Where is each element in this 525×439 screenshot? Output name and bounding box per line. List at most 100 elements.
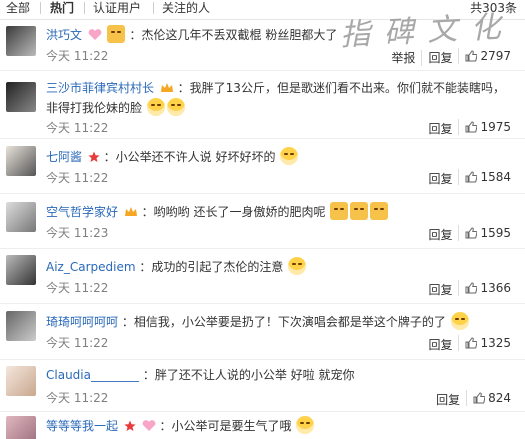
like-button[interactable]: 2797 <box>458 48 517 64</box>
avatar[interactable] <box>6 416 36 439</box>
laugh-cry-emoji-icon <box>146 98 165 116</box>
comment-text-continued: 非得打我伦妹的脸 <box>46 101 143 115</box>
username[interactable]: 三沙市菲律宾村村长 <box>46 81 154 95</box>
thumbs-up-icon <box>465 337 478 349</box>
comment-line: 三沙市菲律宾村村长 ：我胖了13公斤，但是歌迷们看不出来。你们就不能装瞎吗， <box>46 78 517 100</box>
comment-line-2: 非得打我伦妹的脸 <box>46 98 186 118</box>
tab-divider <box>84 2 85 14</box>
comment-actions: 回复 1366 <box>422 280 517 298</box>
comment-item: 七阿酱 ：小公举还不许人说 好坏好坏的 今天 11:22 回复 1584 <box>0 139 525 194</box>
like-count: 1975 <box>480 120 511 134</box>
comment-time: 今天 11:23 <box>46 226 109 240</box>
comment-item: 空气哲学家好 ：哟哟哟 还长了一身傲娇的肥肉呢 今天 11:23 回复 1595 <box>0 194 525 249</box>
like-button[interactable]: 1595 <box>458 225 517 241</box>
username[interactable]: Claudia________ <box>46 368 139 382</box>
reply-link[interactable]: 回复 <box>422 337 458 353</box>
comment-line: 七阿酱 ：小公举还不许人说 好坏好坏的 <box>46 147 517 169</box>
avatar[interactable] <box>6 82 36 112</box>
username[interactable]: 洪巧文 <box>46 28 82 42</box>
cat-emoji-icon <box>370 202 389 220</box>
cat-emoji-icon <box>330 202 349 220</box>
tab-following[interactable]: 关注的人 <box>162 0 210 19</box>
username[interactable]: 等等等我一起 <box>46 419 118 433</box>
comment-text: ：杰伦这几年不丢双截棍 粉丝胆都大了 <box>129 28 338 42</box>
comment-line: 洪巧文 ：杰伦这几年不丢双截棍 粉丝胆都大了 <box>46 25 517 47</box>
comment-line: Aiz_Carpediem ：成功的引起了杰伦的注意 <box>46 257 517 277</box>
reply-link[interactable]: 回复 <box>430 392 466 408</box>
comment-line: 等等等我一起 ：小公举可是要生气了哦 <box>46 416 517 438</box>
avatar[interactable] <box>6 26 36 56</box>
comment-actions: 回复 1595 <box>422 225 517 243</box>
like-count: 1325 <box>480 336 511 350</box>
username[interactable]: 七阿酱 <box>46 150 82 164</box>
crown-badge-icon <box>124 204 138 224</box>
comment-item: 洪巧文 ：杰伦这几年不丢双截棍 粉丝胆都大了 今天 11:22 举报 回复 2797 <box>0 20 525 71</box>
comment-text: ：胖了还不让人说的小公举 好啦 就宠你 <box>142 368 355 382</box>
comment-time: 今天 11:22 <box>46 281 109 295</box>
laugh-cry-emoji-icon <box>288 257 307 275</box>
reply-link[interactable]: 回复 <box>422 227 458 243</box>
like-count: 1366 <box>480 281 511 295</box>
crown-badge-icon <box>160 80 174 100</box>
laugh-cry-emoji-icon <box>296 416 315 434</box>
laugh-cry-emoji-icon <box>450 312 469 330</box>
reply-link[interactable]: 回复 <box>422 171 458 187</box>
comment-text: ：哟哟哟 还长了一身傲娇的肥肉呢 <box>141 205 326 219</box>
username[interactable]: 琦琦呵呵呵呵 <box>46 315 118 329</box>
tab-divider <box>153 2 154 14</box>
thumbs-up-icon <box>465 282 478 294</box>
avatar[interactable] <box>6 366 36 396</box>
tab-hot[interactable]: 热门 <box>50 0 74 19</box>
like-button[interactable]: 1584 <box>458 169 517 185</box>
laugh-cry-emoji-icon <box>280 147 299 165</box>
like-count: 1595 <box>480 226 511 240</box>
comment-actions: 举报 回复 2797 <box>385 48 517 66</box>
username[interactable]: Aiz_Carpediem <box>46 260 136 274</box>
like-count: 2797 <box>480 49 511 63</box>
like-button[interactable]: 1325 <box>458 335 517 351</box>
username[interactable]: 空气哲学家好 <box>46 205 118 219</box>
avatar[interactable] <box>6 146 36 176</box>
tab-divider <box>40 2 41 14</box>
avatar[interactable] <box>6 255 36 285</box>
star-badge-icon <box>88 149 100 169</box>
comment-line: Claudia________ ：胖了还不让人说的小公举 好啦 就宠你 <box>46 365 517 385</box>
comment-text: ：我胖了13公斤，但是歌迷们看不出来。你们就不能装瞎吗， <box>177 81 505 95</box>
comment-item: 琦琦呵呵呵呵 ：相信我，小公举要是扔了！下次演唱会都是举这个牌子的了 今天 11… <box>0 304 525 360</box>
tab-verified-users[interactable]: 认证用户 <box>93 0 141 19</box>
avatar[interactable] <box>6 202 36 232</box>
comment-item: Claudia________ ：胖了还不让人说的小公举 好啦 就宠你 今天 1… <box>0 360 525 412</box>
comment-text: ：相信我，小公举要是扔了！下次演唱会都是举这个牌子的了 <box>121 315 446 329</box>
thumbs-up-icon <box>465 50 478 62</box>
comment-item: 等等等我一起 ：小公举可是要生气了哦 <box>0 412 525 439</box>
reply-link[interactable]: 回复 <box>422 282 458 298</box>
cat-emoji-icon <box>350 202 369 220</box>
avatar[interactable] <box>6 311 36 341</box>
comment-text: ：成功的引起了杰伦的注意 <box>139 260 284 274</box>
comment-time: 今天 11:22 <box>46 336 109 350</box>
like-button[interactable]: 1975 <box>458 119 517 135</box>
reply-link[interactable]: 回复 <box>422 121 458 137</box>
tab-all[interactable]: 全部 <box>6 0 30 19</box>
comment-item: Aiz_Carpediem ：成功的引起了杰伦的注意 今天 11:22 回复 13… <box>0 249 525 304</box>
comment-item: 三沙市菲律宾村村长 ：我胖了13公斤，但是歌迷们看不出来。你们就不能装瞎吗， 非… <box>0 71 525 139</box>
comment-actions: 回复 1975 <box>422 119 517 137</box>
comment-time: 今天 11:22 <box>46 49 109 63</box>
comment-line: 琦琦呵呵呵呵 ：相信我，小公举要是扔了！下次演唱会都是举这个牌子的了 <box>46 312 517 332</box>
thumbs-up-icon <box>465 227 478 239</box>
like-button[interactable]: 1366 <box>458 280 517 296</box>
comment-actions: 回复 824 <box>430 390 517 408</box>
dog-emoji-icon <box>106 25 125 43</box>
thumbs-up-icon <box>465 121 478 133</box>
heart-badge-icon <box>88 27 102 47</box>
like-button[interactable]: 824 <box>466 390 517 406</box>
comment-time: 今天 11:22 <box>46 391 109 405</box>
report-link[interactable]: 举报 <box>385 50 421 66</box>
thumbs-up-icon <box>473 392 486 404</box>
thumbs-up-icon <box>465 171 478 183</box>
like-count: 1584 <box>480 170 511 184</box>
comment-actions: 回复 1325 <box>422 335 517 353</box>
reply-link[interactable]: 回复 <box>421 50 458 66</box>
comment-actions: 回复 1584 <box>422 169 517 187</box>
comment-time: 今天 11:22 <box>46 121 109 135</box>
